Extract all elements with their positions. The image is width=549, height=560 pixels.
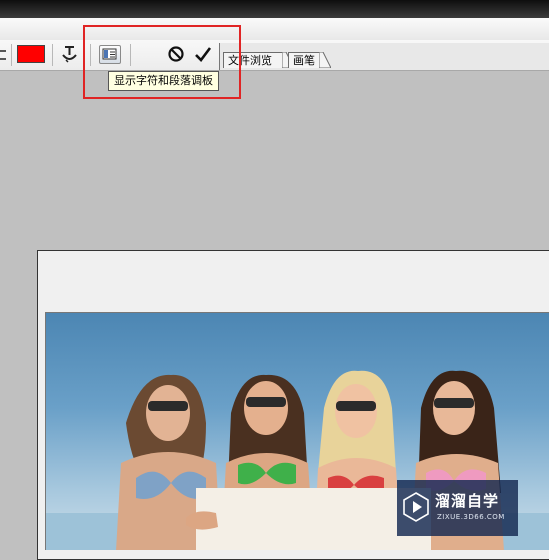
window-titlebar (0, 0, 549, 18)
text-color-swatch[interactable] (17, 45, 45, 63)
watermark: 溜溜自学 ZIXUE.3D66.COM (397, 480, 518, 536)
highlight-box (83, 25, 241, 99)
tab-notch (319, 52, 331, 68)
warp-text-icon[interactable] (60, 43, 80, 65)
play-logo-icon (403, 492, 429, 522)
toolbar-separator (52, 44, 53, 66)
watermark-subtitle: ZIXUE.3D66.COM (437, 513, 505, 521)
tab-brushes[interactable]: 画笔 (288, 52, 320, 68)
toolbar-separator (11, 44, 12, 66)
text-orientation-icon[interactable] (0, 50, 6, 60)
watermark-title: 溜溜自学 (435, 492, 500, 510)
